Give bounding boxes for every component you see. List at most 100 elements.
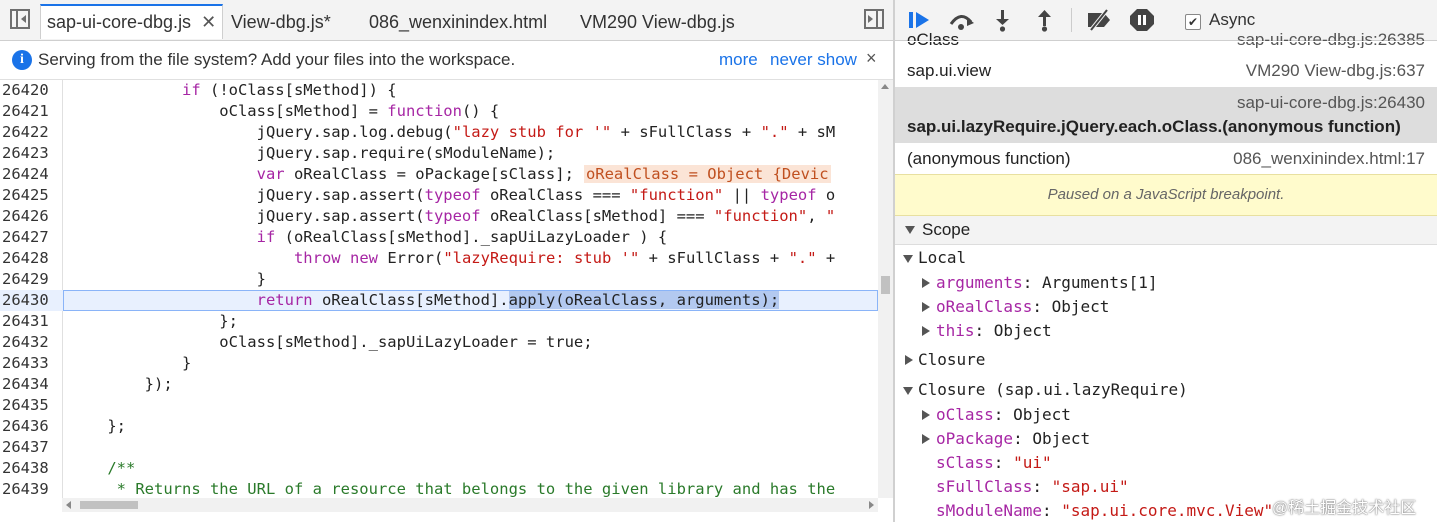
code-text: jQuery.sap.require(sModuleName); <box>70 144 556 162</box>
frame-location[interactable]: sap-ui-core-dbg.js:26385 <box>1237 30 1425 48</box>
infobar-close-icon[interactable]: × <box>866 48 877 69</box>
call-frame[interactable]: (anonymous function) 086_wenxinindex.htm… <box>895 144 1437 174</box>
toggle-debugger-icon[interactable] <box>864 9 884 29</box>
code-line[interactable]: 26439 * Returns the URL of a resource th… <box>0 479 878 498</box>
code-line[interactable]: 26429 } <box>0 269 878 290</box>
call-frame[interactable]: oClass sap-ui-core-dbg.js:26385 <box>895 24 1437 48</box>
editor-vertical-scrollbar[interactable] <box>878 80 893 498</box>
collapse-triangle-icon <box>905 226 915 234</box>
expand-triangle-icon[interactable] <box>922 326 930 336</box>
code-line[interactable]: 26433 } <box>0 353 878 374</box>
scope-property[interactable]: oRealClass: Object <box>895 295 1437 319</box>
collapse-triangle-icon <box>903 387 913 395</box>
expand-triangle-icon[interactable] <box>922 434 930 444</box>
scroll-right-icon[interactable] <box>869 501 874 509</box>
scroll-up-icon[interactable] <box>881 84 889 89</box>
line-number[interactable]: 26434 <box>2 374 58 395</box>
code-line[interactable]: 26426 jQuery.sap.assert(typeof oRealClas… <box>0 206 878 227</box>
code-line-current[interactable]: 26430 return oRealClass[sMethod].apply(o… <box>0 290 878 311</box>
string-literal: "function" <box>629 186 724 204</box>
line-number[interactable]: 26422 <box>2 122 58 143</box>
line-number[interactable]: 26428 <box>2 248 58 269</box>
scope-closure-lazyrequire[interactable]: Closure (sap.ui.lazyRequire) <box>895 378 1437 402</box>
line-number[interactable]: 26437 <box>2 437 58 458</box>
workspace-infobar: i Serving from the file system? Add your… <box>0 41 893 80</box>
toggle-navigator-icon[interactable] <box>10 9 30 29</box>
code-line[interactable]: 26425 jQuery.sap.assert(typeof oRealClas… <box>0 185 878 206</box>
line-number[interactable]: 26436 <box>2 416 58 437</box>
property-text: this: Object <box>936 321 1052 340</box>
infobar-message: Serving from the file system? Add your f… <box>38 50 516 69</box>
frame-location[interactable]: 086_wenxinindex.html:17 <box>1233 149 1425 169</box>
line-number[interactable]: 26439 <box>2 479 58 498</box>
code-editor[interactable]: 26420 if (!oClass[sMethod]) {26421 oClas… <box>0 80 878 498</box>
line-number[interactable]: 26426 <box>2 206 58 227</box>
tab-view-dbg[interactable]: View-dbg.js* <box>231 4 331 40</box>
keyword: var <box>256 165 285 183</box>
frame-location[interactable]: sap-ui-core-dbg.js:26430 <box>1237 93 1425 113</box>
scope-property[interactable]: oPackage: Object <box>895 427 1437 451</box>
code-line[interactable]: 26420 if (!oClass[sMethod]) { <box>0 80 878 101</box>
code-line[interactable]: 26434 }); <box>0 374 878 395</box>
scope-property[interactable]: this: Object <box>895 319 1437 343</box>
infobar-more-link[interactable]: more <box>719 50 758 70</box>
property-key: sFullClass <box>936 477 1033 496</box>
line-number[interactable]: 26433 <box>2 353 58 374</box>
closure2-title: Closure (sap.ui.lazyRequire) <box>918 380 1188 399</box>
scroll-thumb[interactable] <box>881 276 890 294</box>
line-number[interactable]: 26420 <box>2 80 58 101</box>
code-line[interactable]: 26438 /** <box>0 458 878 479</box>
code-line[interactable]: 26421 oClass[sMethod] = function() { <box>0 101 878 122</box>
code-line[interactable]: 26424 var oRealClass = oPackage[sClass];… <box>0 164 878 185</box>
line-number[interactable]: 26421 <box>2 101 58 122</box>
code-line[interactable]: 26431 }; <box>0 311 878 332</box>
tab-close-icon[interactable]: ✕ <box>201 12 216 32</box>
scope-local[interactable]: Local <box>895 246 1437 270</box>
code-line[interactable]: 26435 <box>0 395 878 416</box>
string-literal: " <box>825 207 836 225</box>
expand-triangle-icon[interactable] <box>922 302 930 312</box>
scope-property[interactable]: oClass: Object <box>895 403 1437 427</box>
code-line[interactable]: 26432 oClass[sMethod]._sapUiLazyLoader =… <box>0 332 878 353</box>
code-line[interactable]: 26436 }; <box>0 416 878 437</box>
call-frame-selected[interactable]: sap-ui-core-dbg.js:26430 sap.ui.lazyRequ… <box>895 87 1437 143</box>
scope-section-header[interactable]: Scope <box>895 216 1437 245</box>
keyword: throw <box>293 249 341 267</box>
call-frame[interactable]: sap.ui.view VM290 View-dbg.js:637 <box>895 56 1437 86</box>
expand-triangle-icon[interactable] <box>922 410 930 420</box>
scope-property[interactable]: sClass: "ui" <box>895 451 1437 475</box>
code-line[interactable]: 26428 throw new Error("lazyRequire: stub… <box>0 248 878 269</box>
line-number[interactable]: 26424 <box>2 164 58 185</box>
property-value: Object <box>1051 297 1110 316</box>
infobar-never-show-link[interactable]: never show <box>770 50 857 70</box>
keyword: typeof <box>760 186 817 204</box>
closure-title: Closure <box>918 350 986 369</box>
expand-triangle-icon[interactable] <box>922 278 930 288</box>
tab-sap-ui-core-dbg[interactable]: sap-ui-core-dbg.js ✕ <box>40 4 224 39</box>
code-line[interactable]: 26423 jQuery.sap.require(sModuleName); <box>0 143 878 164</box>
tab-wenxinindex[interactable]: 086_wenxinindex.html <box>369 4 547 40</box>
line-number[interactable]: 26438 <box>2 458 58 479</box>
line-number[interactable]: 26429 <box>2 269 58 290</box>
scroll-left-icon[interactable] <box>66 501 71 509</box>
comment: /** <box>107 459 136 477</box>
scope-closure[interactable]: Closure <box>895 348 1437 372</box>
line-number[interactable]: 26431 <box>2 311 58 332</box>
paused-message: Paused on a JavaScript breakpoint. <box>895 174 1437 216</box>
code-line[interactable]: 26437 <box>0 437 878 458</box>
frame-location[interactable]: VM290 View-dbg.js:637 <box>1246 61 1425 81</box>
code-line[interactable]: 26427 if (oRealClass[sMethod]._sapUiLazy… <box>0 227 878 248</box>
line-number[interactable]: 26427 <box>2 227 58 248</box>
scope-property[interactable]: arguments: Arguments[1] <box>895 271 1437 295</box>
scroll-thumb[interactable] <box>80 501 138 509</box>
line-number[interactable]: 26435 <box>2 395 58 416</box>
editor-horizontal-scrollbar[interactable] <box>62 498 878 512</box>
line-number[interactable]: 26432 <box>2 332 58 353</box>
line-number[interactable]: 26425 <box>2 185 58 206</box>
line-number[interactable]: 26423 <box>2 143 58 164</box>
tab-vm290-view-dbg[interactable]: VM290 View-dbg.js <box>580 4 735 40</box>
call-frame[interactable] <box>895 41 1437 42</box>
property-text: sFullClass: "sap.ui" <box>936 477 1129 496</box>
line-number[interactable]: 26430 <box>2 290 58 311</box>
code-line[interactable]: 26422 jQuery.sap.log.debug("lazy stub fo… <box>0 122 878 143</box>
